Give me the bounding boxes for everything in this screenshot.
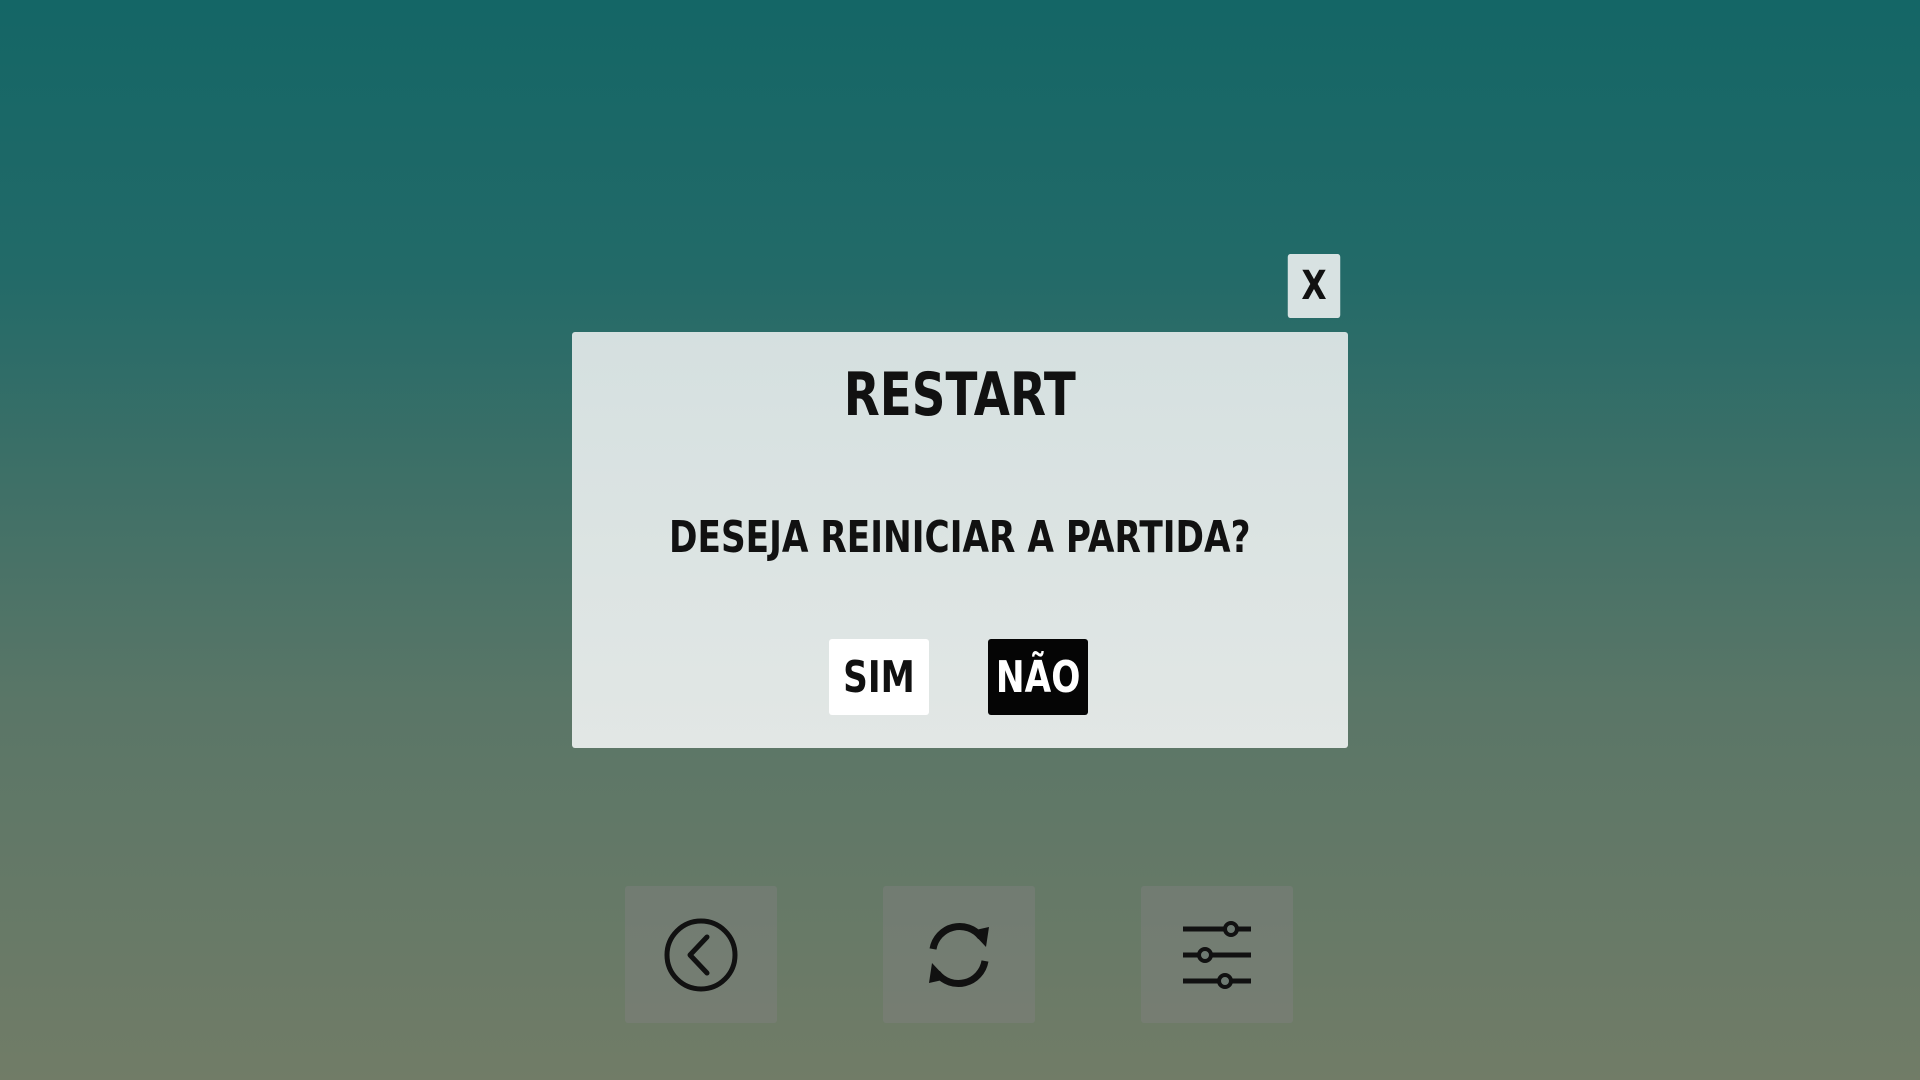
close-button[interactable]: X [1287, 254, 1341, 318]
settings-button[interactable] [1141, 886, 1293, 1023]
yes-button[interactable]: SIM [829, 639, 929, 715]
restart-button[interactable] [883, 886, 1035, 1023]
restart-icon [929, 922, 989, 987]
back-button[interactable] [625, 886, 777, 1023]
dialog-title: RESTART [572, 360, 1348, 430]
no-button[interactable]: NÃO [988, 639, 1088, 715]
dialog-message-text: DESEJA REINICIAR A PARTIDA? [669, 512, 1251, 563]
dialog-message: DESEJA REINICIAR A PARTIDA? [572, 512, 1348, 563]
restart-dialog: RESTART DESEJA REINICIAR A PARTIDA? SIM … [572, 332, 1348, 748]
dialog-title-text: RESTART [843, 360, 1077, 430]
back-icon [664, 918, 738, 991]
yes-button-label: SIM [843, 651, 915, 703]
no-button-label: NÃO [995, 651, 1081, 703]
settings-icon [1183, 920, 1251, 989]
